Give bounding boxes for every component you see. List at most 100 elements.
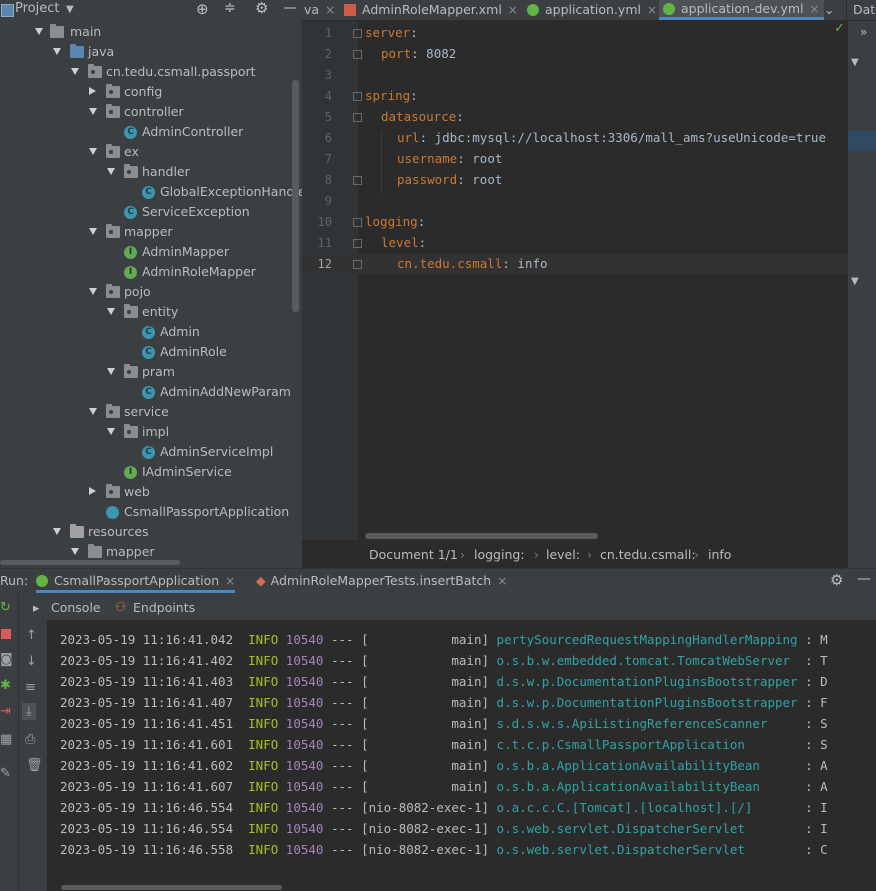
arrow-up-icon[interactable]: ↑ bbox=[26, 628, 37, 643]
tree-item-resources[interactable]: resources bbox=[0, 522, 302, 542]
chevron-down-icon[interactable] bbox=[89, 148, 97, 155]
fold-icon[interactable] bbox=[353, 50, 362, 59]
chevron-down-icon[interactable] bbox=[71, 68, 79, 75]
fold-icon[interactable] bbox=[353, 113, 362, 122]
chevron-down-icon[interactable] bbox=[107, 428, 115, 435]
gear-icon[interactable]: ⚙ bbox=[255, 0, 268, 17]
breadcrumb-item[interactable]: info bbox=[708, 547, 731, 562]
chevron-down-icon[interactable] bbox=[89, 228, 97, 235]
tab-application-dev-yml[interactable]: application-dev.yml × bbox=[659, 0, 824, 20]
tree-item-config[interactable]: config bbox=[0, 82, 302, 102]
tree-item-admincontroller[interactable]: C AdminController bbox=[0, 122, 302, 142]
tree-item-controller[interactable]: controller bbox=[0, 102, 302, 122]
chevron-down-icon[interactable] bbox=[89, 108, 97, 115]
stop-icon[interactable] bbox=[1, 629, 11, 639]
pin-icon[interactable]: ✎ bbox=[0, 766, 11, 781]
chevron-right-icon[interactable] bbox=[89, 87, 96, 95]
run-tab-adminrolemappertests[interactable]: ◆ AdminRoleMapperTests.insertBatch × bbox=[256, 573, 507, 588]
code-editor[interactable] bbox=[358, 21, 848, 540]
print-icon[interactable]: ⎙ bbox=[25, 732, 35, 747]
chevron-down-icon[interactable] bbox=[89, 288, 97, 295]
layout-icon[interactable]: ▦ bbox=[0, 732, 12, 747]
scroll-to-end-icon[interactable]: ⤓ bbox=[22, 703, 36, 720]
chevron-down-icon[interactable] bbox=[89, 408, 97, 415]
close-icon[interactable]: × bbox=[508, 3, 518, 17]
gear-icon[interactable]: ⚙ bbox=[830, 571, 843, 589]
tree-item-web[interactable]: web bbox=[0, 482, 302, 502]
fold-icon[interactable] bbox=[353, 92, 362, 101]
close-icon[interactable]: × bbox=[647, 3, 657, 17]
tab-adminrolemapper-xml[interactable]: AdminRoleMapper.xml × bbox=[344, 0, 518, 20]
close-icon[interactable]: × bbox=[225, 574, 235, 588]
arrow-down-icon[interactable]: ↓ bbox=[26, 654, 37, 669]
debug-icon[interactable]: ✱ bbox=[0, 678, 11, 693]
tree-item-adminaddnewparam[interactable]: C AdminAddNewParam bbox=[0, 382, 302, 402]
chevron-down-icon[interactable] bbox=[71, 548, 79, 555]
console-hscrollbar[interactable] bbox=[61, 885, 282, 890]
project-view-dropdown[interactable]: Project bbox=[15, 1, 59, 16]
minimize-icon[interactable]: — bbox=[857, 571, 871, 587]
tree-item-globalexceptionhandler[interactable]: C GlobalExceptionHandler bbox=[0, 182, 311, 202]
collapse-all-icon[interactable]: ≑ bbox=[224, 0, 236, 16]
tree-item-main[interactable]: main bbox=[0, 22, 302, 42]
tree-item-pojo[interactable]: pojo bbox=[0, 282, 302, 302]
chevron-down-icon[interactable] bbox=[35, 28, 43, 35]
tree-item-java[interactable]: java bbox=[0, 42, 302, 62]
soft-wrap-icon[interactable]: ≡ bbox=[25, 680, 36, 695]
tab-endpoints[interactable]: Endpoints bbox=[133, 600, 195, 615]
tree-item-mapper[interactable]: mapper bbox=[0, 222, 302, 242]
breadcrumb-item[interactable]: cn.tedu.csmall: bbox=[600, 547, 696, 562]
tree-item-adminserviceimpl[interactable]: C AdminServiceImpl bbox=[0, 442, 302, 462]
tree-item-adminrolemapper[interactable]: I AdminRoleMapper bbox=[0, 262, 302, 282]
chevron-down-icon[interactable] bbox=[107, 168, 115, 175]
tree-item-admin[interactable]: C Admin bbox=[0, 322, 302, 342]
locate-icon[interactable]: ⊕ bbox=[196, 0, 209, 18]
fold-icon[interactable] bbox=[353, 239, 362, 248]
fold-icon[interactable] bbox=[353, 29, 362, 38]
screenshot-icon[interactable]: ◙ bbox=[0, 652, 13, 667]
tree-item-adminrole[interactable]: C AdminRole bbox=[0, 342, 302, 362]
fold-icon[interactable] bbox=[353, 218, 362, 227]
chevron-down-icon[interactable] bbox=[53, 48, 61, 55]
tree-item-service[interactable]: service bbox=[0, 402, 302, 422]
close-icon[interactable]: × bbox=[810, 2, 820, 16]
tree-item-entity[interactable]: entity bbox=[0, 302, 302, 322]
fold-icon[interactable] bbox=[353, 260, 362, 269]
chevron-down-icon[interactable]: ▼ bbox=[851, 276, 859, 287]
project-scrollbar[interactable] bbox=[292, 80, 299, 312]
tree-item-pram[interactable]: pram bbox=[0, 362, 302, 382]
trash-icon[interactable]: 🗑 bbox=[26, 758, 43, 773]
breadcrumb-item[interactable]: Document 1/1 bbox=[369, 547, 458, 562]
fold-icon[interactable] bbox=[353, 176, 362, 185]
project-hscrollbar[interactable] bbox=[0, 560, 180, 565]
chevron-right-icon[interactable] bbox=[89, 487, 96, 495]
chevron-down-icon[interactable] bbox=[107, 368, 115, 375]
hide-panel-icon[interactable]: — bbox=[283, 0, 297, 16]
tab-database-panel[interactable]: Data bbox=[846, 0, 876, 20]
tab-console[interactable]: Console bbox=[51, 600, 101, 615]
breadcrumb-item[interactable]: level: bbox=[546, 547, 580, 562]
breadcrumb-item[interactable]: logging: bbox=[474, 547, 525, 562]
tree-item-ex[interactable]: ex bbox=[0, 142, 302, 162]
chevron-down-icon[interactable]: ▼ bbox=[851, 57, 859, 68]
chevron-down-icon[interactable]: ▼ bbox=[66, 4, 74, 15]
close-icon[interactable]: × bbox=[325, 3, 335, 17]
tab-application-yml[interactable]: application.yml × bbox=[527, 0, 657, 20]
tree-item-serviceexception[interactable]: C ServiceException bbox=[0, 202, 302, 222]
tree-item-package-passport[interactable]: cn.tedu.csmall.passport bbox=[0, 62, 302, 82]
tabs-dropdown-icon[interactable]: ⌄ bbox=[824, 0, 834, 20]
chevron-down-icon[interactable] bbox=[107, 308, 115, 315]
tab-java-truncated[interactable]: va × bbox=[302, 0, 335, 20]
login-icon[interactable]: ⇥ bbox=[0, 704, 11, 719]
close-icon[interactable]: × bbox=[497, 574, 507, 588]
tree-item-csmallpassportapplication[interactable]: CsmallPassportApplication bbox=[0, 502, 302, 522]
run-tab-csmallpassportapplication[interactable]: CsmallPassportApplication × bbox=[36, 573, 236, 593]
tree-item-impl[interactable]: impl bbox=[0, 422, 302, 442]
right-collapse-icon[interactable]: » bbox=[860, 25, 867, 39]
tree-item-adminmapper[interactable]: I AdminMapper bbox=[0, 242, 302, 262]
tree-item-iadminservice[interactable]: I IAdminService bbox=[0, 462, 302, 482]
editor-hscrollbar[interactable] bbox=[365, 533, 598, 539]
rerun-icon[interactable]: ↻ bbox=[0, 600, 11, 615]
chevron-down-icon[interactable] bbox=[53, 528, 61, 535]
tree-item-handler[interactable]: handler bbox=[0, 162, 302, 182]
